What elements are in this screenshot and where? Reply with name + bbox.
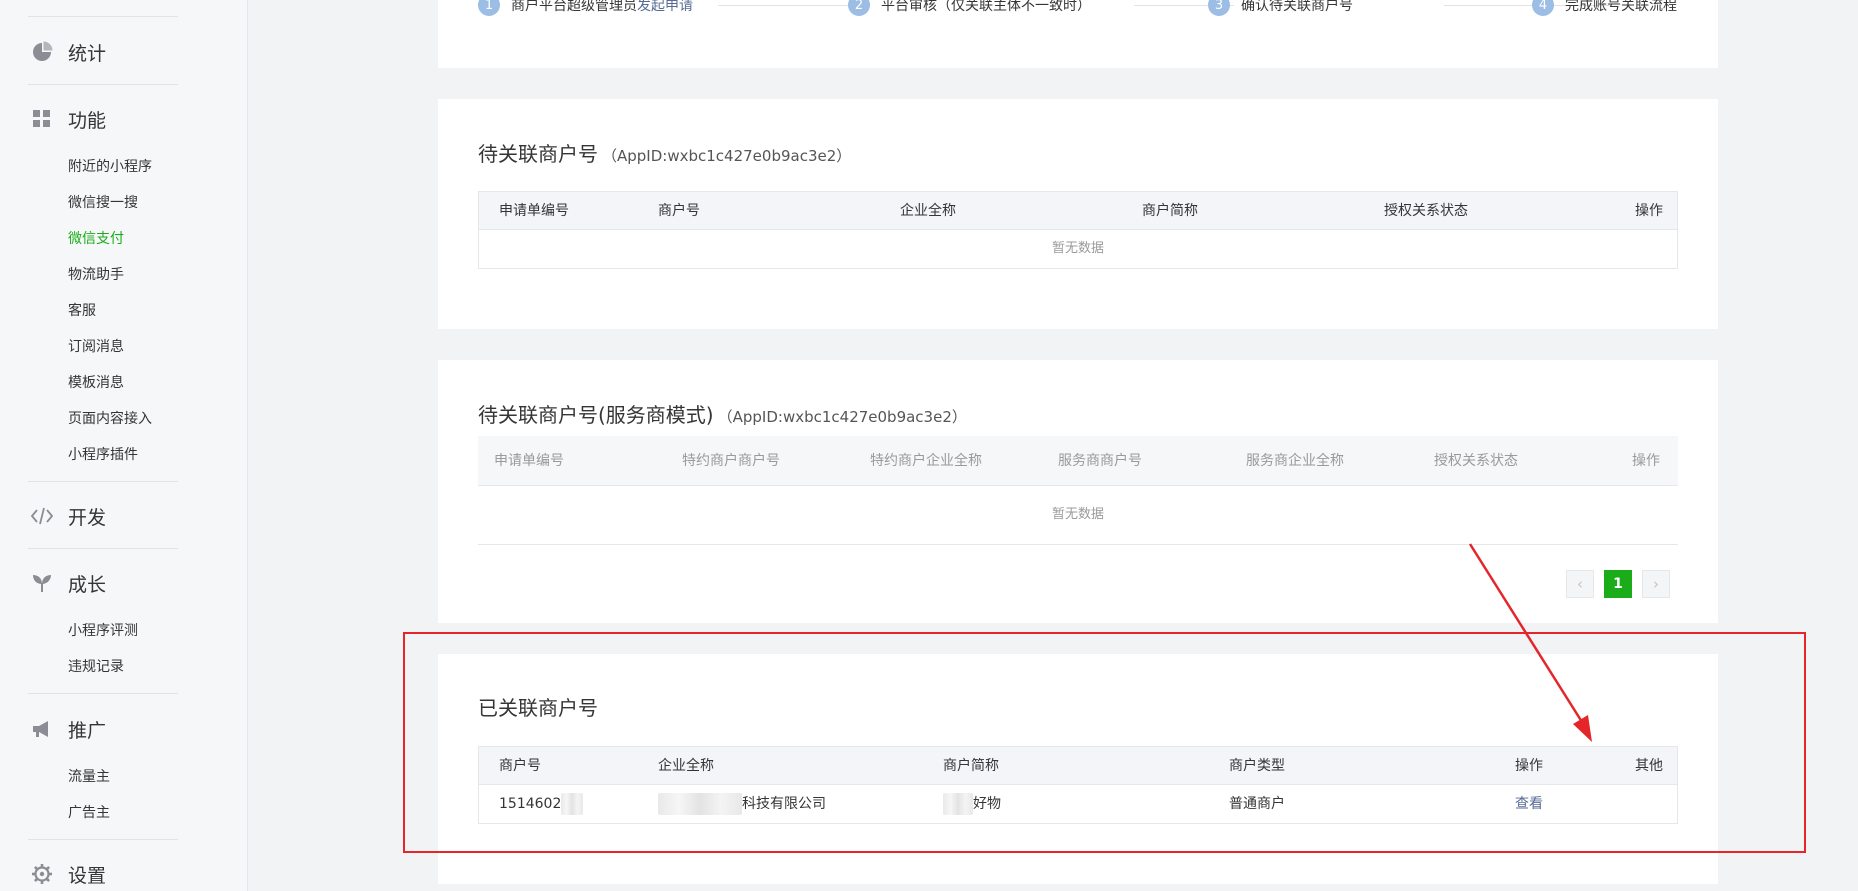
arrow-annotation	[1468, 543, 1592, 742]
